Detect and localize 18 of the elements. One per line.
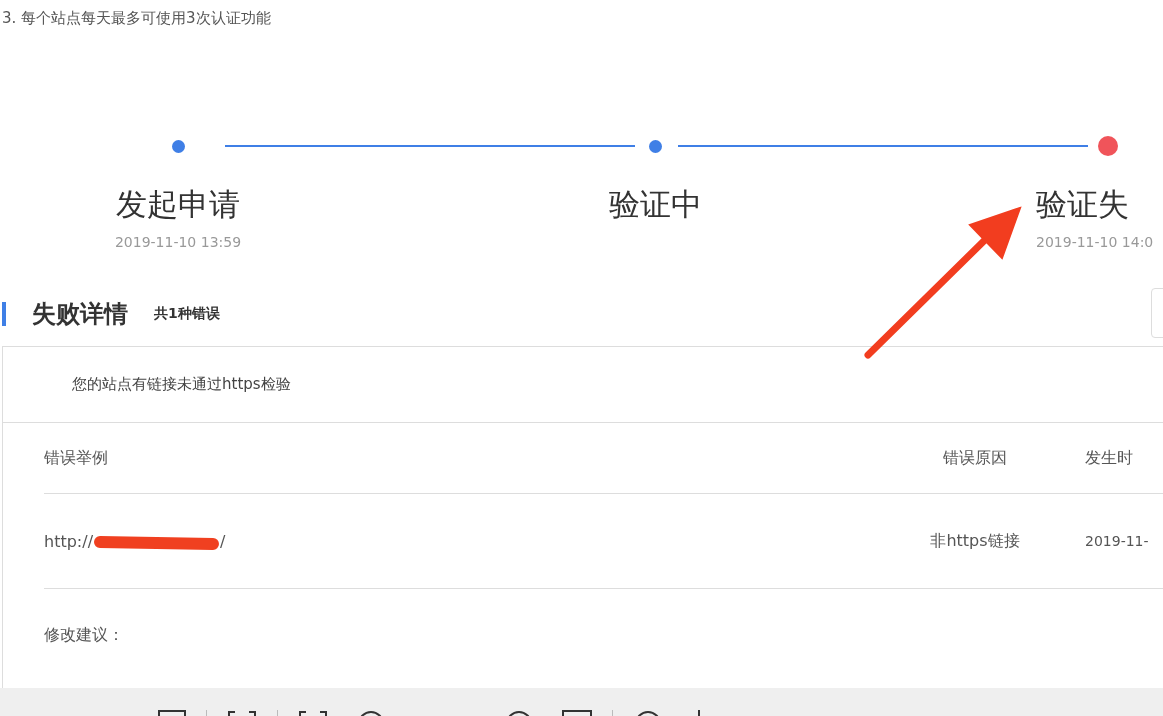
column-header: 错误举例 (44, 447, 108, 469)
url-text: http:// (44, 531, 93, 551)
table-cell: 非https链接 (930, 530, 1020, 552)
table-cell-text: 2019-11- (1085, 533, 1150, 549)
step-date: 2019-11-10 13:59 (114, 234, 242, 250)
column-header: 发生时 (1085, 447, 1133, 469)
step-date: 2019-11-10 14:0 (1036, 234, 1154, 250)
step-title: 发起申请 (116, 185, 240, 224)
url-text: / (220, 531, 226, 551)
step-title: 验证中 (608, 185, 702, 224)
error-message: 您的站点有链接未通过https检验 (72, 375, 291, 394)
note-text: 3. 每个站点每天最多可使用3次认证功能 (1, 8, 272, 29)
step-title: 验证失 (1036, 185, 1129, 224)
suggestion-label: 修改建议： (44, 625, 125, 646)
section-title: 失败详情 (32, 299, 128, 330)
column-header: 错误原因 (943, 447, 1007, 469)
section-marker (2, 302, 6, 326)
error-count: 共1种错误 (154, 305, 220, 323)
